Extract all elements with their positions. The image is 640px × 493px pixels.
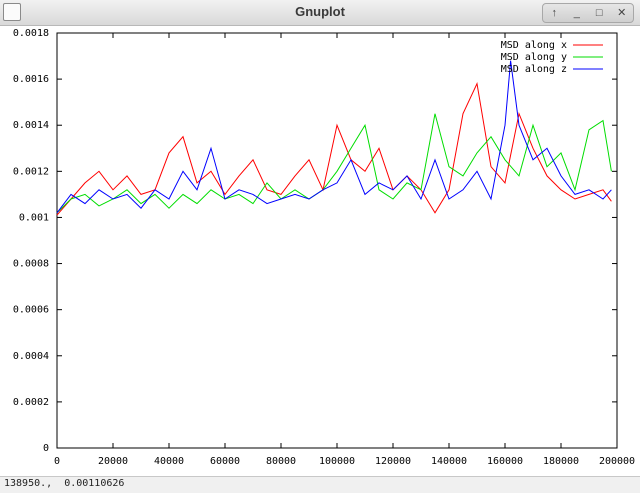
y-tick-label: 0.0012 (13, 166, 49, 177)
plot-canvas[interactable]: 0 0.0002 0.0004 0.0006 0.0008 0.001 0.0012 0.00… (0, 26, 640, 476)
plot-frame (56, 32, 618, 449)
window-titlebar[interactable]: Gnuplot ↑ _ □ ✕ (0, 0, 640, 26)
window-controls: ↑ _ □ ✕ (542, 3, 634, 23)
y-tick-label: 0.0002 (13, 397, 49, 408)
x-tick-label: 120000 (375, 456, 411, 467)
x-tick-label: 60000 (210, 456, 240, 467)
legend: MSD along xMSD along yMSD along z (501, 40, 603, 75)
x-tick-label: 20000 (98, 456, 128, 467)
axis-ticks: 0 0.0002 0.0004 0.0006 0.0008 0.001 0.0012 0.00… (13, 28, 635, 467)
maximize-button[interactable]: □ (588, 4, 611, 22)
y-tick-label: 0.0008 (13, 259, 49, 270)
y-tick-label: 0.0006 (13, 305, 49, 316)
cursor-coordinates: 138950., 0.00110626 (4, 478, 125, 489)
x-tick-label: 180000 (543, 456, 579, 467)
x-tick-label: 40000 (154, 456, 184, 467)
y-tick-label: 0.001 (19, 212, 49, 223)
x-tick-label: 200000 (599, 456, 635, 467)
y-tick-label: 0.0004 (13, 351, 49, 362)
y-tick-label: 0.0014 (13, 120, 49, 131)
series-line-2 (56, 113, 612, 214)
close-button[interactable]: ✕ (611, 4, 634, 22)
minimize-button[interactable]: _ (566, 4, 589, 22)
always-on-top-button[interactable]: ↑ (543, 4, 566, 22)
x-tick-label: 0 (54, 456, 60, 467)
legend-label: MSD along x (501, 40, 567, 51)
x-tick-label: 80000 (266, 456, 296, 467)
x-tick-label: 160000 (487, 456, 523, 467)
y-tick-label: 0.0018 (13, 28, 49, 39)
status-bar: 138950., 0.00110626 (0, 476, 640, 493)
y-tick-label: 0 (43, 443, 49, 454)
y-tick-label: 0.0016 (13, 74, 49, 85)
x-tick-label: 100000 (319, 456, 355, 467)
series-lines (56, 60, 612, 216)
series-line-1 (56, 82, 612, 216)
x-tick-label: 140000 (431, 456, 467, 467)
legend-label: MSD along z (501, 64, 567, 75)
legend-label: MSD along y (501, 52, 567, 63)
